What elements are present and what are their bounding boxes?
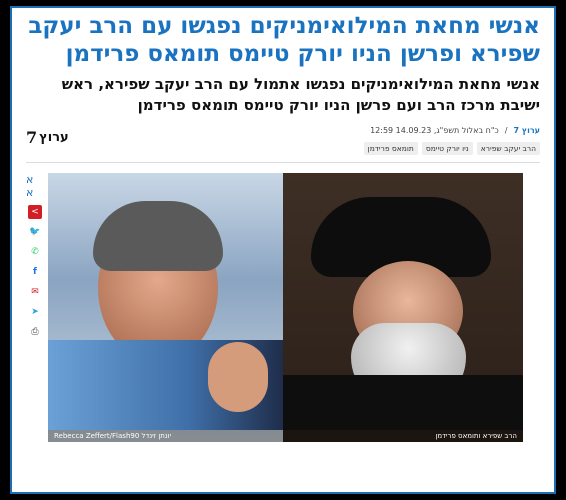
tag-item[interactable]: הרב יעקב שפירא [476, 142, 540, 155]
twitter-icon[interactable]: 🐦 [28, 225, 42, 239]
article-meta: ערוץ 7 / כ"ח באלול תשפ"ג, 14.09.23 12:59… [26, 126, 540, 160]
article-subtitle: אנשי מחאת המילואימניקים נפגשו אתמול עם ה… [61, 75, 540, 114]
article-frame: אנשי מחאת המילואימניקים נפגשו עם הרב יעק… [10, 6, 556, 494]
byline: ערוץ 7 / כ"ח באלול תשפ"ג, 14.09.23 12:59 [370, 126, 540, 135]
share-bar: א א < 🐦 ✆ f ✉ ➤ ⎙ [26, 173, 44, 339]
publish-date: כ"ח באלול תשפ"ג, 14.09.23 12:59 [370, 126, 499, 135]
channel-logo: 7 ערוץ [26, 128, 69, 147]
media-row: א א < 🐦 ✆ f ✉ ➤ ⎙ Rebecca Zeffert/Flash9… [26, 173, 540, 443]
separator: / [504, 126, 508, 135]
article-image[interactable]: Rebecca Zeffert/Flash90 יונתן זינדל הרב … [48, 173, 523, 442]
photo-friedman [48, 173, 283, 442]
email-icon[interactable]: ✉ [28, 285, 42, 299]
logo-number: 7 [26, 128, 38, 147]
hair-shape [93, 201, 223, 271]
font-size-toggle[interactable]: א א [26, 173, 44, 199]
divider [26, 162, 540, 163]
telegram-icon[interactable]: ➤ [28, 305, 42, 319]
article-title: אנשי מחאת המילואימניקים נפגשו עם הרב יעק… [28, 13, 540, 67]
tag-item[interactable]: תומאס פרידמן [363, 142, 418, 155]
print-icon[interactable]: ⎙ [28, 325, 42, 339]
image-caption: Rebecca Zeffert/Flash90 יונתן זינדל הרב … [48, 430, 523, 442]
source-link[interactable]: ערוץ 7 [513, 126, 540, 135]
photo-description: הרב שפירא ותומאס פרידמן [435, 432, 517, 440]
photo-rabbi [283, 173, 523, 442]
article-content: אנשי מחאת המילואימניקים נפגשו עם הרב יעק… [26, 12, 540, 443]
logo-word: ערוץ [39, 130, 69, 145]
tag-item[interactable]: ניו יורק טיימס [421, 142, 473, 155]
whatsapp-icon[interactable]: ✆ [28, 245, 42, 259]
photo-credit: Rebecca Zeffert/Flash90 יונתן זינדל [54, 432, 172, 440]
facebook-icon[interactable]: f [28, 265, 42, 279]
share-icon[interactable]: < [28, 205, 42, 219]
tag-list: הרב יעקב שפירא ניו יורק טיימס תומאס פריד… [363, 142, 540, 155]
hand-shape [208, 342, 268, 412]
coat-shape [283, 375, 523, 430]
